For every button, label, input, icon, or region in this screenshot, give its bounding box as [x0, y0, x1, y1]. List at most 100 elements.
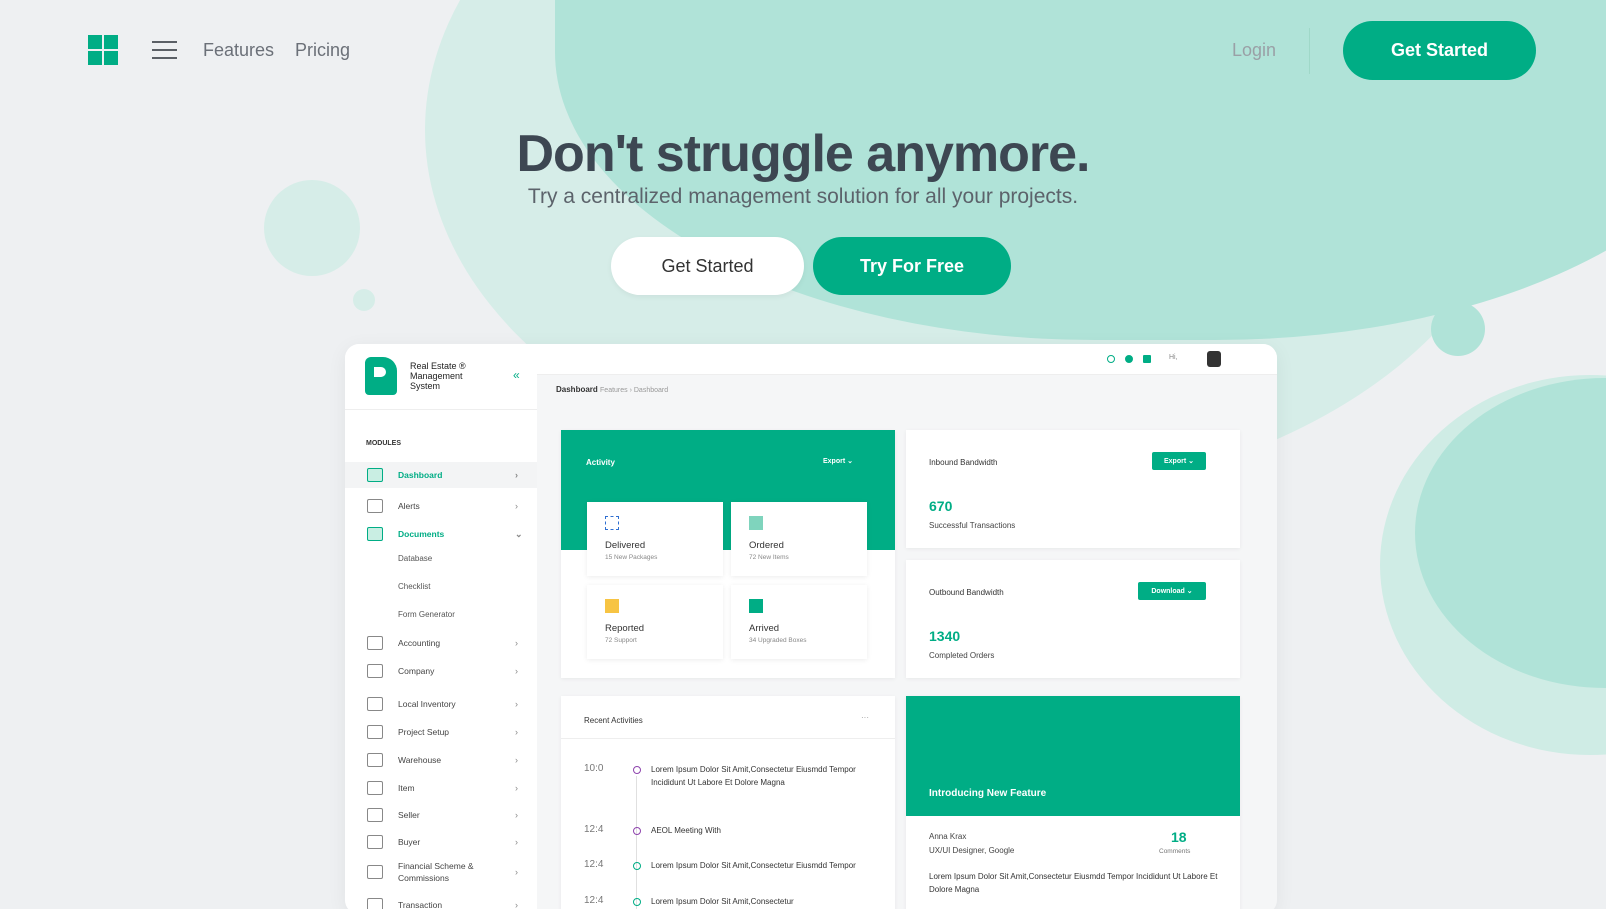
chevron-right-icon: ›: [515, 867, 518, 877]
timeline-dot: [633, 862, 641, 870]
chevron-right-icon: ›: [515, 470, 518, 480]
hero-get-started-button[interactable]: Get Started: [611, 237, 804, 295]
more-options-icon[interactable]: ···: [861, 713, 869, 722]
chevron-right-icon: ›: [515, 727, 518, 737]
sub-item-database[interactable]: Database: [398, 554, 432, 563]
sidebar-item-accounting[interactable]: Accounting ›: [345, 630, 537, 656]
brand-logo-icon: [365, 357, 397, 395]
dashboard-topbar: Hi,: [537, 344, 1277, 375]
feature-text: Lorem Ipsum Dolor Sit Amit,Consectetur E…: [929, 872, 1218, 894]
sidebar-item-documents[interactable]: Documents ⌄: [345, 521, 537, 547]
arrived-icon: [749, 599, 763, 613]
sidebar-item-dashboard[interactable]: Dashboard ›: [345, 462, 537, 488]
seller-icon: [367, 808, 383, 822]
feature-author: Anna Krax: [929, 832, 967, 841]
sidebar-item-buyer[interactable]: Buyer ›: [345, 829, 537, 855]
sidebar-item-label: Alerts: [398, 501, 420, 511]
inbound-label: Successful Transactions: [929, 521, 1016, 530]
tile-reported[interactable]: Reported 72 Support: [587, 585, 723, 659]
bubble: [1507, 245, 1523, 261]
inbound-card: Inbound Bandwidth Export ⌄ 670 Successfu…: [906, 430, 1240, 548]
activity-time: 12:4: [584, 824, 604, 835]
sidebar-item-seller[interactable]: Seller ›: [345, 802, 537, 828]
project-icon: [367, 725, 383, 739]
nav-features[interactable]: Features: [203, 40, 274, 61]
sidebar-item-alerts[interactable]: Alerts ›: [345, 493, 537, 519]
buyer-icon: [367, 835, 383, 849]
sidebar-item-item[interactable]: Item ›: [345, 775, 537, 801]
chevron-right-icon: ›: [515, 699, 518, 709]
chevron-right-icon: ›: [515, 501, 518, 511]
inbound-value: 670: [929, 498, 953, 514]
tile-sub: 72 Support: [605, 637, 637, 644]
company-icon: [367, 664, 383, 678]
logo-icon[interactable]: [88, 35, 118, 65]
greeting: Hi,: [1169, 354, 1178, 361]
sidebar-item-label: Buyer: [398, 837, 421, 847]
outbound-value: 1340: [929, 628, 961, 644]
activity-time: 12:4: [584, 895, 604, 906]
transaction-icon: [367, 898, 383, 909]
apps-icon[interactable]: [1143, 355, 1151, 363]
bubble: [353, 289, 375, 311]
chevron-right-icon: ›: [515, 837, 518, 847]
activity-card: Activity Export ⌄ Delivered 15 New Packag…: [561, 430, 895, 678]
timeline-dot: [633, 766, 641, 774]
modules-label: MODULES: [366, 440, 401, 447]
warehouse-icon: [367, 753, 383, 767]
hero-headline: Don't struggle anymore.: [516, 125, 1091, 183]
tile-delivered[interactable]: Delivered 15 New Packages: [587, 502, 723, 576]
sidebar-item-label: Project Setup: [398, 727, 450, 737]
ordered-icon: [749, 516, 763, 530]
avatar[interactable]: [1207, 351, 1221, 367]
inbound-export-button[interactable]: Export ⌄: [1152, 452, 1206, 470]
sidebar-item-label: Seller: [398, 810, 420, 820]
activity-time: 12:4: [584, 859, 604, 870]
comments-label: Comments: [1159, 848, 1191, 855]
outbound-card: Outbound Bandwidth Download ⌄ 1340 Compl…: [906, 560, 1240, 678]
chevron-right-icon: ›: [515, 755, 518, 765]
sidebar-item-transaction[interactable]: Transaction ›: [345, 892, 537, 909]
sub-item-form-generator[interactable]: Form Generator: [398, 610, 455, 619]
breadcrumb-path[interactable]: Features › Dashboard: [600, 387, 668, 394]
bubble: [1431, 302, 1485, 356]
comments-count: 18: [1171, 829, 1187, 845]
tile-ordered[interactable]: Ordered 72 New Items: [731, 502, 867, 576]
divider: [561, 738, 895, 739]
activity-text: Lorem Ipsum Dolor Sit Amit,Consectetur E…: [651, 765, 856, 787]
outbound-download-button[interactable]: Download ⌄: [1138, 582, 1206, 600]
breadcrumb: Dashboard Features › Dashboard: [556, 385, 668, 394]
accounting-icon: [367, 636, 383, 650]
tile-sub: 72 New Items: [749, 554, 789, 561]
hamburger-menu-icon[interactable]: [152, 41, 177, 59]
chevron-right-icon: ›: [515, 810, 518, 820]
sidebar-item-warehouse[interactable]: Warehouse ›: [345, 747, 537, 773]
sub-item-checklist[interactable]: Checklist: [398, 582, 430, 591]
chevron-right-icon: ›: [515, 638, 518, 648]
collapse-sidebar-icon[interactable]: «: [513, 368, 520, 382]
chevron-right-icon: ›: [515, 900, 518, 909]
hero-subline: Try a centralized management solution fo…: [527, 185, 1079, 208]
hero-try-free-button[interactable]: Try For Free: [813, 237, 1011, 295]
sidebar-header: Real Estate ® Management System «: [345, 344, 537, 410]
sidebar-item-label: Local Inventory: [398, 699, 456, 709]
chevron-down-icon: ⌄: [515, 528, 523, 539]
sidebar-item-company[interactable]: Company ›: [345, 658, 537, 684]
sidebar-item-local-inventory[interactable]: Local Inventory ›: [345, 691, 537, 717]
tile-arrived[interactable]: Arrived 34 Upgraded Boxes: [731, 585, 867, 659]
sidebar-item-financial-scheme[interactable]: Financial Scheme & Commissions ›: [345, 856, 537, 888]
nav-pricing[interactable]: Pricing: [295, 40, 350, 61]
login-link[interactable]: Login: [1232, 40, 1276, 61]
activity-text: AEOL Meeting With: [651, 826, 721, 835]
breadcrumb-title: Dashboard: [556, 385, 598, 394]
sidebar-item-label: Warehouse: [398, 755, 442, 765]
sidebar-item-project-setup[interactable]: Project Setup ›: [345, 719, 537, 745]
notification-icon[interactable]: [1125, 355, 1133, 363]
sidebar-item-label: Financial Scheme & Commissions: [398, 861, 474, 883]
search-icon[interactable]: [1107, 355, 1115, 363]
sidebar-item-label: Accounting: [398, 638, 441, 648]
item-icon: [367, 781, 383, 795]
get-started-nav-button[interactable]: Get Started: [1343, 21, 1536, 80]
dashboard-sidebar: Real Estate ® Management System « MODULE…: [345, 344, 537, 909]
activity-export-button[interactable]: Export ⌄: [823, 457, 853, 465]
